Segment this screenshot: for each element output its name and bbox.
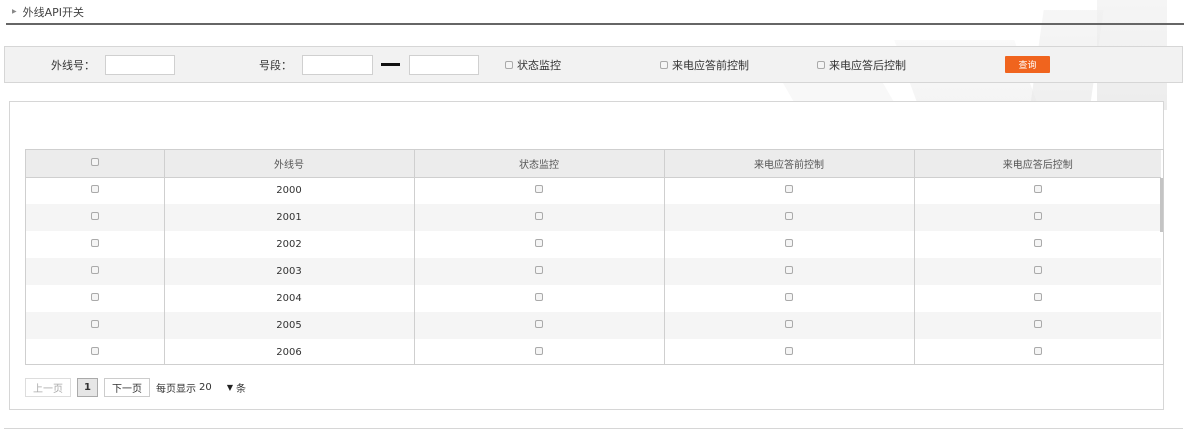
triangle-right-icon: ▶ bbox=[12, 8, 17, 15]
post-answer-checkbox[interactable] bbox=[1033, 239, 1042, 247]
prev-page-button[interactable]: 上一页 bbox=[25, 377, 71, 397]
table-row: 2001 bbox=[26, 204, 1161, 231]
trunk-number: 2001 bbox=[164, 204, 415, 231]
page-1-button[interactable]: 1 bbox=[77, 377, 98, 397]
select-all-cell bbox=[26, 150, 165, 178]
post-answer-option[interactable]: 来电应答后控制 bbox=[817, 57, 906, 73]
range-end-input[interactable] bbox=[409, 54, 479, 75]
filter-bar: 外线号： 号段： 状态监控 来电应答前控制 来电应答后控制 查询 bbox=[4, 46, 1183, 83]
post-answer-checkbox[interactable] bbox=[817, 60, 825, 69]
table-header-row: 外线号 状态监控 来电应答前控制 来电应答后控制 bbox=[26, 150, 1161, 178]
pre-answer-checkbox[interactable] bbox=[785, 347, 793, 355]
table-row: 2004 bbox=[26, 285, 1161, 312]
status-monitor-checkbox[interactable] bbox=[535, 293, 543, 301]
range-separator bbox=[381, 63, 400, 66]
post-answer-checkbox[interactable] bbox=[1033, 293, 1042, 301]
row-select-checkbox[interactable] bbox=[90, 266, 99, 274]
trunk-label: 外线号： bbox=[51, 58, 95, 72]
table-row: 2002 bbox=[26, 231, 1161, 258]
per-page-label: 每页显示 bbox=[155, 383, 196, 395]
caret-down-icon: ▼ bbox=[226, 382, 233, 392]
column-header-pre-answer[interactable]: 来电应答前控制 bbox=[664, 150, 915, 178]
post-answer-checkbox[interactable] bbox=[1033, 320, 1042, 328]
trunk-table: 外线号 状态监控 来电应答前控制 来电应答后控制 2000 2001 2002 … bbox=[25, 149, 1164, 365]
post-answer-label: 来电应答后控制 bbox=[829, 58, 906, 72]
status-monitor-label: 状态监控 bbox=[517, 58, 561, 72]
post-answer-checkbox[interactable] bbox=[1033, 266, 1042, 274]
trunk-number: 2006 bbox=[164, 339, 415, 364]
column-header-post-answer[interactable]: 来电应答后控制 bbox=[914, 150, 1161, 178]
trunk-number: 2000 bbox=[164, 177, 415, 204]
status-monitor-checkbox[interactable] bbox=[535, 347, 543, 355]
pre-answer-checkbox[interactable] bbox=[660, 60, 668, 69]
column-header-status[interactable]: 状态监控 bbox=[414, 150, 665, 178]
page-title: 外线API开关 bbox=[22, 5, 85, 19]
status-monitor-option[interactable]: 状态监控 bbox=[505, 57, 561, 73]
pre-answer-checkbox[interactable] bbox=[785, 320, 793, 328]
pre-answer-label: 来电应答前控制 bbox=[672, 58, 749, 72]
status-monitor-checkbox[interactable] bbox=[535, 185, 543, 194]
pre-answer-checkbox[interactable] bbox=[785, 212, 793, 220]
pre-answer-checkbox[interactable] bbox=[785, 185, 793, 194]
per-page-select[interactable]: 20 ▼ bbox=[195, 377, 236, 397]
row-select-checkbox[interactable] bbox=[90, 347, 99, 355]
page-header: ▶ 外线API开关 bbox=[6, 0, 1184, 25]
per-page-unit: 条 bbox=[235, 383, 246, 395]
pre-answer-checkbox[interactable] bbox=[785, 266, 793, 274]
column-header-trunk[interactable]: 外线号 bbox=[164, 150, 415, 178]
row-select-checkbox[interactable] bbox=[90, 185, 99, 194]
pagination: 上一页 1 下一页 每页显示 20 ▼ 条 bbox=[25, 377, 246, 397]
pre-answer-option[interactable]: 来电应答前控制 bbox=[660, 57, 749, 73]
range-start-input[interactable] bbox=[302, 54, 373, 75]
results-panel: 外线号 状态监控 来电应答前控制 来电应答后控制 2000 2001 2002 … bbox=[9, 101, 1164, 410]
row-select-checkbox[interactable] bbox=[90, 293, 99, 301]
table-row: 2006 bbox=[26, 339, 1161, 364]
row-select-checkbox[interactable] bbox=[90, 320, 99, 328]
status-monitor-checkbox[interactable] bbox=[535, 266, 543, 274]
trunk-number: 2003 bbox=[164, 258, 415, 285]
trunk-number: 2005 bbox=[164, 312, 415, 339]
range-label: 号段： bbox=[259, 58, 292, 72]
select-all-checkbox[interactable] bbox=[90, 157, 99, 166]
post-answer-checkbox[interactable] bbox=[1033, 185, 1042, 194]
pre-answer-checkbox[interactable] bbox=[785, 239, 793, 247]
status-monitor-checkbox[interactable] bbox=[535, 212, 543, 220]
pre-answer-checkbox[interactable] bbox=[785, 293, 793, 301]
table-row: 2003 bbox=[26, 258, 1161, 285]
trunk-number: 2002 bbox=[164, 231, 415, 258]
post-answer-checkbox[interactable] bbox=[1033, 347, 1042, 355]
per-page-value: 20 bbox=[198, 381, 212, 393]
next-page-button[interactable]: 下一页 bbox=[103, 377, 150, 397]
query-button[interactable]: 查询 bbox=[1005, 56, 1050, 73]
post-answer-checkbox[interactable] bbox=[1033, 212, 1042, 220]
status-monitor-checkbox[interactable] bbox=[505, 60, 513, 69]
table-row: 2005 bbox=[26, 312, 1161, 339]
table-scrollbar[interactable] bbox=[1160, 178, 1163, 232]
row-select-checkbox[interactable] bbox=[90, 212, 99, 220]
row-select-checkbox[interactable] bbox=[90, 239, 99, 247]
status-monitor-checkbox[interactable] bbox=[535, 239, 543, 247]
bottom-border bbox=[4, 428, 1183, 429]
trunk-number: 2004 bbox=[164, 285, 415, 312]
trunk-input[interactable] bbox=[105, 54, 175, 75]
table-row: 2000 bbox=[26, 177, 1161, 204]
status-monitor-checkbox[interactable] bbox=[535, 320, 543, 328]
